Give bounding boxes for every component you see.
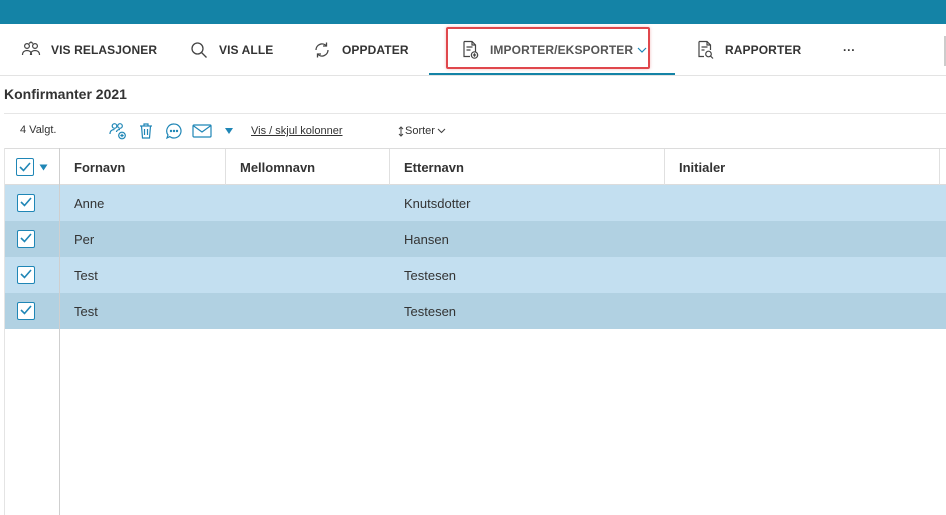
column-header-initialer[interactable]: Initialer (665, 149, 940, 185)
sort-arrows-icon (398, 125, 404, 137)
cell-etternavn: Hansen (404, 231, 449, 247)
row-checkbox[interactable] (17, 194, 35, 212)
selection-actionbar: 4 Valgt. Vis / skjul kolonner Sorter (4, 113, 946, 148)
more-icon: ··· (843, 43, 856, 57)
chevron-down-icon (437, 128, 446, 134)
toolbar-label: OPPDATER (342, 43, 409, 57)
mail-icon[interactable] (192, 121, 212, 141)
checkbox-column-divider (59, 148, 60, 515)
checkmark-icon (20, 194, 32, 212)
toolbar-label: RAPPORTER (725, 43, 802, 57)
vis-alle-button[interactable]: VIS ALLE (189, 24, 273, 76)
active-tab-indicator (429, 73, 675, 75)
highlight-annotation (446, 27, 650, 69)
checkmark-icon (19, 160, 31, 175)
table-row[interactable]: Anne Knutsdotter (4, 185, 946, 221)
relations-icon (21, 40, 41, 60)
cell-fornavn: Test (74, 303, 98, 319)
checkmark-icon (20, 302, 32, 320)
select-all-checkbox[interactable] (16, 158, 34, 176)
cell-mellomnavn (226, 257, 390, 293)
dropdown-arrow-icon[interactable] (219, 121, 239, 141)
cell-initialer (665, 185, 940, 221)
column-header-mellomnavn[interactable]: Mellomnavn (226, 149, 390, 185)
oppdater-button[interactable]: OPPDATER (312, 24, 409, 76)
top-app-bar (0, 0, 946, 24)
row-checkbox[interactable] (17, 266, 35, 284)
grid-header: Fornavn Mellomnavn Etternavn Initialer (4, 149, 946, 185)
cell-etternavn: Testesen (404, 267, 457, 283)
selected-count: 4 Valgt. (20, 124, 57, 136)
cell-etternavn: Testesen (404, 303, 457, 319)
row-checkbox[interactable] (17, 302, 35, 320)
add-person-icon[interactable] (108, 121, 128, 141)
search-icon (189, 40, 209, 60)
report-icon (695, 40, 715, 60)
vis-relasjoner-button[interactable]: VIS RELASJONER (21, 24, 157, 76)
column-header-fornavn[interactable]: Fornavn (60, 149, 226, 185)
trash-icon[interactable] (136, 121, 156, 141)
cell-initialer (665, 221, 940, 257)
cell-fornavn: Test (74, 267, 98, 283)
sort-button[interactable]: Sorter (398, 125, 446, 137)
grid-left-border (4, 148, 5, 515)
cell-initialer (665, 257, 940, 293)
cell-fornavn: Anne (74, 195, 105, 211)
data-grid: Fornavn Mellomnavn Etternavn Initialer A… (4, 148, 946, 515)
more-button[interactable]: ··· (843, 24, 855, 76)
cell-mellomnavn (226, 293, 390, 329)
checkmark-icon (20, 266, 32, 284)
table-row[interactable]: Per Hansen (4, 221, 946, 257)
table-row[interactable]: Test Testesen (4, 293, 946, 329)
table-row[interactable]: Test Testesen (4, 257, 946, 293)
chat-icon[interactable] (164, 121, 184, 141)
rapporter-button[interactable]: RAPPORTER (695, 24, 801, 76)
toggle-columns-link[interactable]: Vis / skjul kolonner (251, 125, 343, 137)
cell-initialer (665, 293, 940, 329)
select-all-cell (4, 149, 60, 185)
toolbar-label: VIS RELASJONER (51, 43, 158, 57)
cell-mellomnavn (226, 221, 390, 257)
select-menu-arrow-icon[interactable] (39, 164, 48, 171)
row-checkbox[interactable] (17, 230, 35, 248)
sort-label: Sorter (405, 125, 435, 137)
page-title: Konfirmanter 2021 (4, 86, 127, 102)
refresh-icon (312, 40, 332, 60)
checkmark-icon (20, 230, 32, 248)
toolbar-label: VIS ALLE (219, 43, 274, 57)
cell-fornavn: Per (74, 231, 95, 247)
cell-etternavn: Knutsdotter (404, 195, 471, 211)
column-header-etternavn[interactable]: Etternavn (390, 149, 665, 185)
cell-mellomnavn (226, 185, 390, 221)
